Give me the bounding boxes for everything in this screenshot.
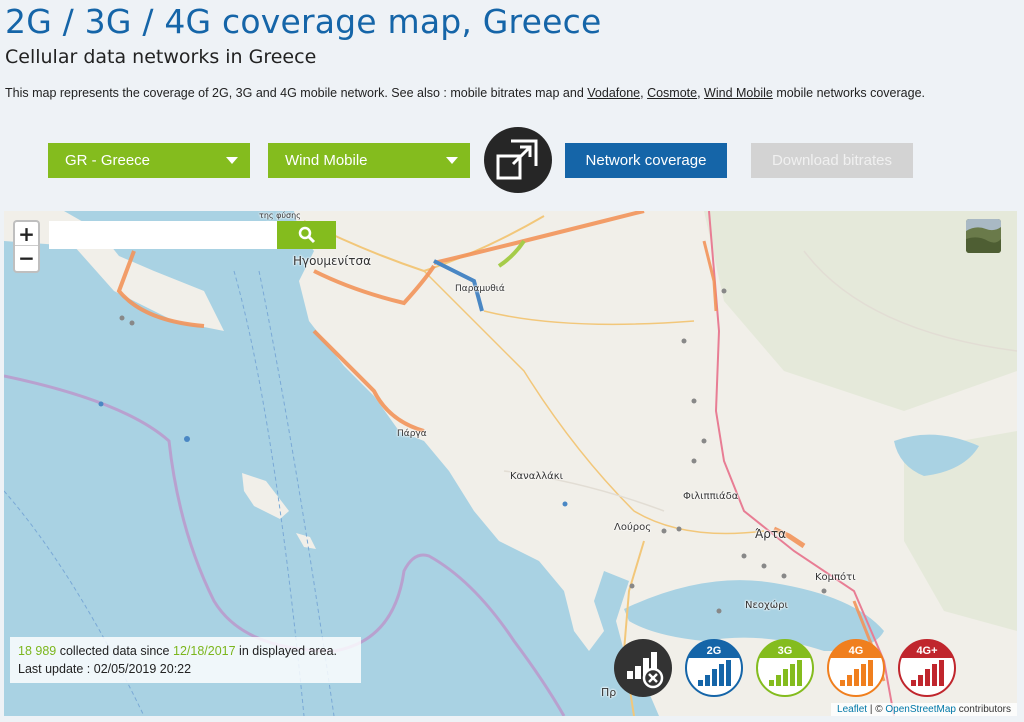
map-search-button[interactable] xyxy=(277,221,336,249)
network-coverage-button[interactable]: Network coverage xyxy=(565,143,727,178)
label-parga: Πάργα xyxy=(397,429,427,439)
description-suffix: mobile networks coverage. xyxy=(776,86,925,100)
label-fysis: της φύσης xyxy=(259,211,301,220)
label-igoumenitsa: Ηγουμενίτσα xyxy=(293,254,372,268)
collected-count: 18 989 xyxy=(18,644,57,658)
map-search-input[interactable] xyxy=(49,221,278,249)
link-wind-mobile[interactable]: Wind Mobile xyxy=(704,86,773,100)
map-attribution: Leaflet | © OpenStreetMap contributors xyxy=(831,703,1017,716)
zoom-in-button[interactable]: + xyxy=(15,222,38,246)
data-info-box: 18 989 collected data since 12/18/2017 i… xyxy=(10,637,361,683)
description-prefix: This map represents the coverage of 2G, … xyxy=(5,86,584,100)
country-select-value: GR - Greece xyxy=(65,152,151,169)
link-vodafone[interactable]: Vodafone xyxy=(587,86,640,100)
signal-4gplus-icon: 4G+ xyxy=(898,639,956,697)
no-data-toggle[interactable] xyxy=(613,638,673,698)
label-paramythia: Παραμυθιά xyxy=(455,284,505,294)
signal-2g-icon: 2G xyxy=(685,639,743,697)
collected-text: collected data since xyxy=(59,644,170,658)
satellite-layer-icon xyxy=(966,219,1001,253)
toggle-2g[interactable]: 2G xyxy=(684,638,744,698)
label-louros: Λούρος xyxy=(614,522,652,533)
label-neochori: Νεοχώρι xyxy=(745,600,788,611)
chevron-down-icon xyxy=(446,157,458,164)
label-kanallaki: Καναλλάκι xyxy=(510,471,564,482)
page-title: 2G / 3G / 4G coverage map, Greece xyxy=(5,2,602,41)
toggle-4g-plus[interactable]: 4G+ xyxy=(897,638,957,698)
signal-4g-icon: 4G xyxy=(827,639,885,697)
osm-link[interactable]: OpenStreetMap xyxy=(885,704,956,715)
page-description: This map represents the coverage of 2G, … xyxy=(5,86,925,100)
download-bitrates-button[interactable]: Download bitrates xyxy=(751,143,913,178)
coverage-map[interactable]: Ηγουμενίτσα Παραμυθιά Πάργα Καναλλάκι Φι… xyxy=(4,211,1017,716)
leaflet-link[interactable]: Leaflet xyxy=(837,704,867,715)
link-cosmote[interactable]: Cosmote xyxy=(647,86,697,100)
collected-data-line: 18 989 collected data since 12/18/2017 i… xyxy=(18,642,353,660)
collected-text-2: in displayed area. xyxy=(239,644,338,658)
expand-icon xyxy=(496,139,538,180)
label-kompoti: Κομπότι xyxy=(815,572,856,583)
page-subtitle: Cellular data networks in Greece xyxy=(5,46,317,68)
label-filippiada: Φιλιππιάδα xyxy=(683,491,739,502)
attribution-contributors: contributors xyxy=(958,704,1011,715)
toggle-3g[interactable]: 3G xyxy=(755,638,815,698)
fullscreen-button[interactable] xyxy=(484,127,552,193)
legend-3g-label: 3G xyxy=(778,645,793,657)
legend-2g-label: 2G xyxy=(707,645,722,657)
label-arta: Άρτα xyxy=(755,527,787,541)
country-select[interactable]: GR - Greece xyxy=(48,143,250,178)
signal-3g-icon: 3G xyxy=(756,639,814,697)
toggle-4g[interactable]: 4G xyxy=(826,638,886,698)
legend-4gplus-label: 4G+ xyxy=(916,645,937,657)
attribution-separator: | © xyxy=(869,704,883,715)
search-icon xyxy=(298,226,315,244)
collected-since: 12/18/2017 xyxy=(173,644,236,658)
zoom-control: + − xyxy=(13,220,40,273)
no-data-icon xyxy=(614,639,672,697)
zoom-out-button[interactable]: − xyxy=(15,246,38,270)
operator-select-value: Wind Mobile xyxy=(285,152,368,169)
legend-4g-label: 4G xyxy=(849,645,864,657)
layer-switcher-button[interactable] xyxy=(966,219,1001,253)
last-update: Last update : 02/05/2019 20:22 xyxy=(18,662,192,676)
operator-select[interactable]: Wind Mobile xyxy=(268,143,470,178)
chevron-down-icon xyxy=(226,157,238,164)
